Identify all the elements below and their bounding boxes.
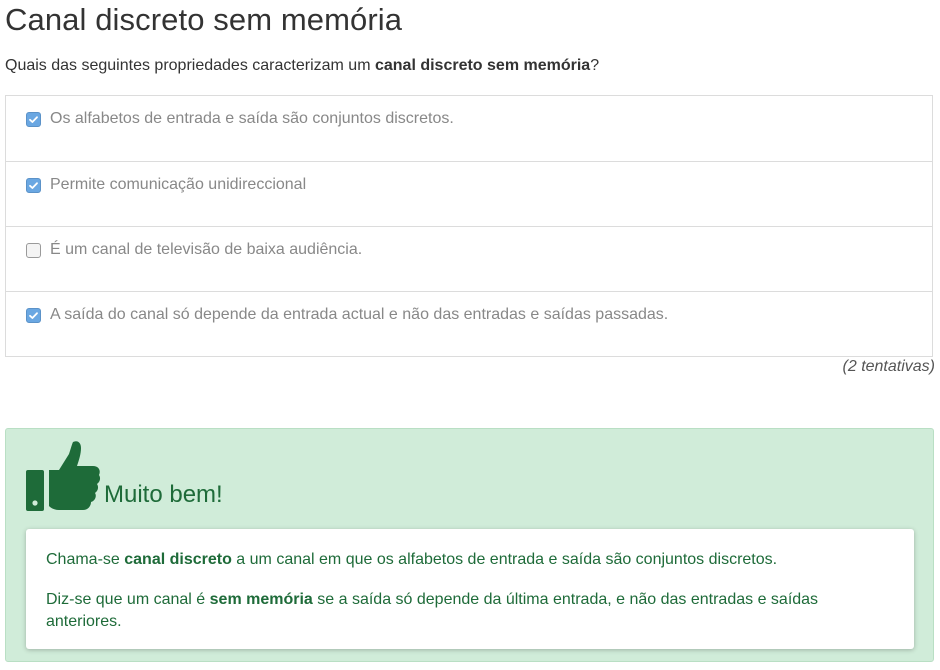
option-3[interactable]: É um canal de televisão de baixa audiênc… xyxy=(6,226,932,291)
line1-b: canal discreto xyxy=(124,551,232,568)
question-text: Quais das seguintes propriedades caracte… xyxy=(5,57,599,75)
option-label: Permite comunicação unidireccional xyxy=(50,176,307,193)
option-label: Os alfabetos de entrada e saída são conj… xyxy=(50,110,454,127)
checkbox-4[interactable] xyxy=(26,308,41,323)
option-label: A saída do canal só depende da entrada a… xyxy=(50,306,669,323)
feedback-panel: Muito bem! Chama-se canal discreto a um … xyxy=(5,428,934,662)
line2-a: Diz-se que um canal é xyxy=(46,591,210,608)
line1-a: Chama-se xyxy=(46,551,125,568)
option-2[interactable]: Permite comunicação unidireccional xyxy=(6,161,932,226)
question-suffix: ? xyxy=(590,57,600,74)
feedback-line-2: Diz-se que um canal é sem memória se a s… xyxy=(46,589,894,633)
checkbox-2[interactable] xyxy=(26,178,41,193)
question-bold: canal discreto sem memória xyxy=(374,57,591,74)
option-label: É um canal de televisão de baixa audiênc… xyxy=(50,241,363,258)
checkbox-1[interactable] xyxy=(26,112,41,127)
checkmark-icon xyxy=(29,116,38,123)
option-1[interactable]: Os alfabetos de entrada e saída são conj… xyxy=(6,96,932,161)
question-prefix: Quais das seguintes propriedades caracte… xyxy=(5,57,375,74)
feedback-line-1: Chama-se canal discreto a um canal em qu… xyxy=(46,549,894,571)
checkmark-icon xyxy=(29,312,38,319)
line1-c: a um canal em que os alfabetos de entrad… xyxy=(231,551,778,568)
line2-b: sem memória xyxy=(209,591,313,608)
page-title: Canal discreto sem memória xyxy=(5,2,403,37)
attempts-count: (2 tentativas) xyxy=(842,358,935,375)
checkmark-icon xyxy=(29,182,38,189)
feedback-title: Muito bem! xyxy=(104,481,223,508)
checkbox-3[interactable] xyxy=(26,243,41,258)
feedback-explanation-card: Chama-se canal discreto a um canal em qu… xyxy=(26,529,914,649)
thumbs-up-icon xyxy=(26,441,101,511)
options-list: Os alfabetos de entrada e saída são conj… xyxy=(5,95,933,357)
option-4[interactable]: A saída do canal só depende da entrada a… xyxy=(6,291,932,356)
